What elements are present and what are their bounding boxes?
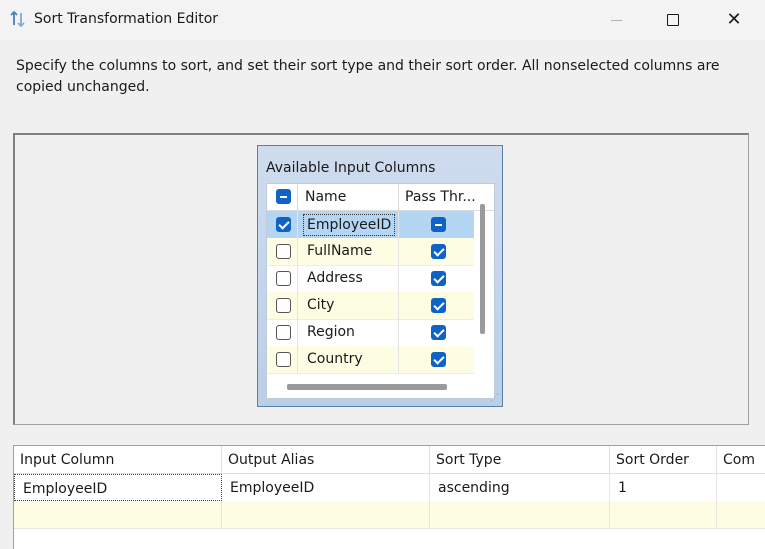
maximize-icon [667, 14, 679, 26]
pass-through-checkbox[interactable] [431, 217, 446, 232]
available-columns-header: Name Pass Thr... [267, 184, 494, 211]
available-input-columns-box[interactable]: Available Input Columns Name Pass Thr...… [257, 145, 503, 407]
select-checkbox[interactable] [276, 325, 291, 340]
sort-icon [10, 10, 25, 28]
sort-columns-grid[interactable]: Input Column Output Alias Sort Type Sort… [13, 445, 765, 549]
sort-type-cell[interactable] [430, 501, 610, 528]
minimize-button[interactable] [593, 0, 639, 40]
available-columns-list[interactable]: Name Pass Thr... EmployeeID FullName Add… [266, 183, 495, 399]
description-text: Specify the columns to sort, and set the… [16, 58, 720, 95]
available-columns-title: Available Input Columns [266, 160, 436, 176]
horizontal-scrollbar[interactable] [287, 384, 447, 390]
comparison-flags-header[interactable]: Com [717, 446, 765, 473]
input-column-cell[interactable]: EmployeeID [14, 474, 222, 501]
resize-grip-icon[interactable]: ⋰ [490, 394, 499, 403]
column-row-country[interactable]: Country [267, 346, 474, 374]
comparison-flags-cell[interactable] [717, 474, 765, 501]
column-row-address[interactable]: Address [267, 265, 474, 293]
vertical-scrollbar[interactable] [480, 204, 485, 334]
column-name: City [307, 297, 335, 313]
input-column-cell[interactable] [14, 501, 222, 528]
select-checkbox[interactable] [276, 298, 291, 313]
select-checkbox[interactable] [276, 217, 291, 232]
column-name: Address [307, 270, 363, 286]
comparison-flags-cell[interactable] [717, 501, 765, 528]
output-alias-header[interactable]: Output Alias [222, 446, 430, 473]
sort-order-cell[interactable]: 1 [610, 474, 717, 501]
column-row-region[interactable]: Region [267, 319, 474, 347]
close-icon: ✕ [726, 9, 742, 30]
maximize-button[interactable] [650, 0, 696, 40]
pass-through-checkbox[interactable] [431, 244, 446, 259]
sort-type-cell[interactable]: ascending [430, 474, 610, 501]
window-title: Sort Transformation Editor [34, 11, 219, 27]
sort-order-cell[interactable] [610, 501, 717, 528]
pass-through-checkbox[interactable] [431, 298, 446, 313]
select-checkbox[interactable] [276, 352, 291, 367]
close-button[interactable]: ✕ [711, 0, 757, 40]
minimize-icon [610, 19, 622, 21]
pass-through-checkbox[interactable] [431, 352, 446, 367]
column-name: Region [307, 324, 355, 340]
column-row-fullname[interactable]: FullName [267, 238, 474, 266]
title-bar: Sort Transformation Editor ✕ [0, 0, 765, 40]
grid-row[interactable]: EmployeeID EmployeeID ascending 1 [14, 474, 765, 502]
select-all-checkbox[interactable] [276, 189, 291, 204]
grid-header: Input Column Output Alias Sort Type Sort… [14, 446, 765, 474]
name-column-header[interactable]: Name [305, 189, 346, 205]
column-row-city[interactable]: City [267, 292, 474, 320]
pass-through-column-header[interactable]: Pass Thr... [405, 189, 476, 205]
sort-order-header[interactable]: Sort Order [610, 446, 717, 473]
grid-row-new[interactable] [14, 501, 765, 529]
pass-through-checkbox[interactable] [431, 271, 446, 286]
column-name: EmployeeID [303, 214, 396, 236]
column-name: FullName [307, 243, 373, 259]
select-checkbox[interactable] [276, 271, 291, 286]
column-row-employeeid[interactable]: EmployeeID [267, 211, 474, 239]
output-alias-cell[interactable] [222, 501, 430, 528]
pass-through-checkbox[interactable] [431, 325, 446, 340]
column-name: Country [307, 351, 363, 367]
select-checkbox[interactable] [276, 244, 291, 259]
sort-type-header[interactable]: Sort Type [430, 446, 610, 473]
input-column-header[interactable]: Input Column [14, 446, 222, 473]
output-alias-cell[interactable]: EmployeeID [222, 474, 430, 501]
